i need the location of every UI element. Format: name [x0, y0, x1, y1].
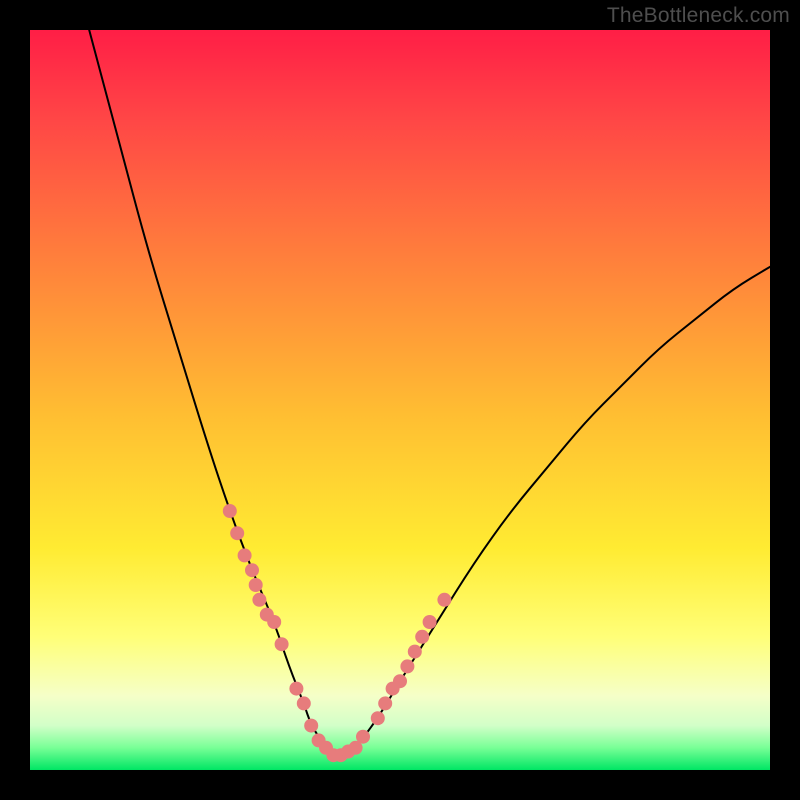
highlight-dot: [249, 578, 263, 592]
highlight-dot: [304, 719, 318, 733]
highlight-dot: [400, 659, 414, 673]
highlight-dot: [230, 526, 244, 540]
highlight-dot: [238, 548, 252, 562]
highlight-dot: [289, 682, 303, 696]
highlight-dot: [245, 563, 259, 577]
highlight-dot: [423, 615, 437, 629]
highlight-dot: [275, 637, 289, 651]
highlight-dot: [378, 696, 392, 710]
highlight-dot: [356, 730, 370, 744]
curve-svg: [30, 30, 770, 770]
plot-area: [30, 30, 770, 770]
highlight-dot: [252, 593, 266, 607]
highlight-dot: [408, 645, 422, 659]
highlight-dot: [437, 593, 451, 607]
watermark-text: TheBottleneck.com: [607, 4, 790, 28]
highlight-dot: [297, 696, 311, 710]
highlight-dot: [415, 630, 429, 644]
highlight-dots: [223, 504, 452, 762]
highlight-dot: [223, 504, 237, 518]
bottleneck-curve: [89, 30, 770, 753]
chart-frame: TheBottleneck.com: [0, 0, 800, 800]
highlight-dot: [393, 674, 407, 688]
highlight-dot: [371, 711, 385, 725]
highlight-dot: [267, 615, 281, 629]
